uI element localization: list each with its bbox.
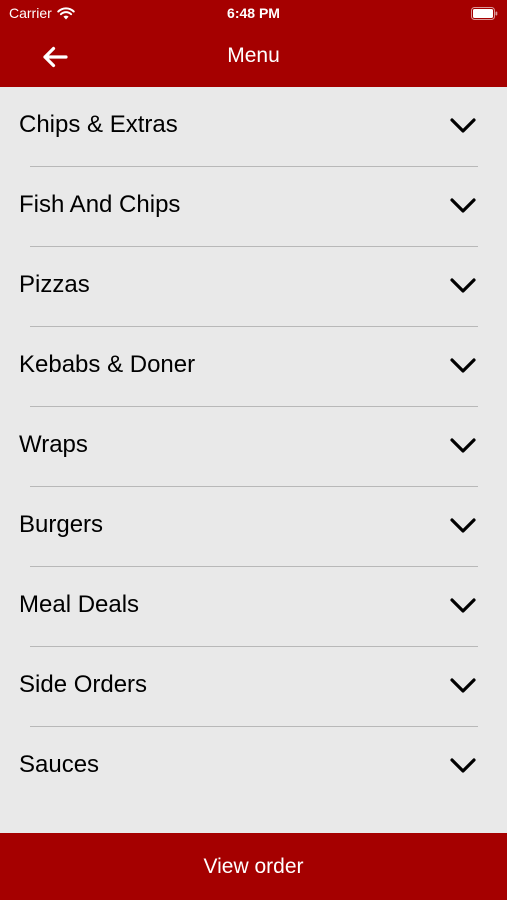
status-time: 6:48 PM	[227, 5, 280, 21]
battery-icon	[471, 7, 498, 20]
menu-category-label: Side Orders	[19, 671, 148, 698]
chevron-down-icon	[450, 278, 476, 293]
menu-category-label: Wraps	[19, 431, 88, 458]
menu-category-sauces[interactable]: Sauces	[0, 727, 507, 807]
chevron-down-icon	[450, 758, 476, 773]
app-header: Carrier 6:48 PM Menu	[0, 0, 507, 87]
chevron-down-icon	[450, 518, 476, 533]
menu-category-label: Burgers	[19, 511, 104, 538]
menu-category-burgers[interactable]: Burgers	[0, 487, 507, 567]
menu-category-label: Fish And Chips	[19, 191, 181, 218]
menu-category-kebabs-doner[interactable]: Kebabs & Doner	[0, 327, 507, 407]
view-order-button[interactable]: View order	[0, 833, 507, 900]
status-bar: Carrier 6:48 PM	[0, 0, 507, 28]
nav-bar: Menu	[0, 28, 507, 87]
menu-category-label: Chips & Extras	[19, 111, 178, 138]
chevron-down-icon	[450, 598, 476, 613]
menu-category-label: Kebabs & Doner	[19, 351, 196, 378]
view-order-label: View order	[203, 854, 304, 878]
menu-category-label: Pizzas	[19, 271, 90, 298]
chevron-down-icon	[450, 358, 476, 373]
menu-category-fish-and-chips[interactable]: Fish And Chips	[0, 167, 507, 247]
chevron-down-icon	[450, 198, 476, 213]
menu-category-label: Meal Deals	[19, 591, 140, 618]
menu-category-wraps[interactable]: Wraps	[0, 407, 507, 487]
menu-category-chips-extras[interactable]: Chips & Extras	[0, 87, 507, 167]
menu-category-meal-deals[interactable]: Meal Deals	[0, 567, 507, 647]
menu-category-pizzas[interactable]: Pizzas	[0, 247, 507, 327]
page-title: Menu	[227, 44, 280, 67]
menu-category-label: Sauces	[19, 751, 100, 778]
chevron-down-icon	[450, 118, 476, 133]
menu-category-list: Chips & Extras Fish And Chips Pizzas Keb…	[0, 87, 507, 807]
chevron-down-icon	[450, 678, 476, 693]
menu-category-side-orders[interactable]: Side Orders	[0, 647, 507, 727]
chevron-down-icon	[450, 438, 476, 453]
